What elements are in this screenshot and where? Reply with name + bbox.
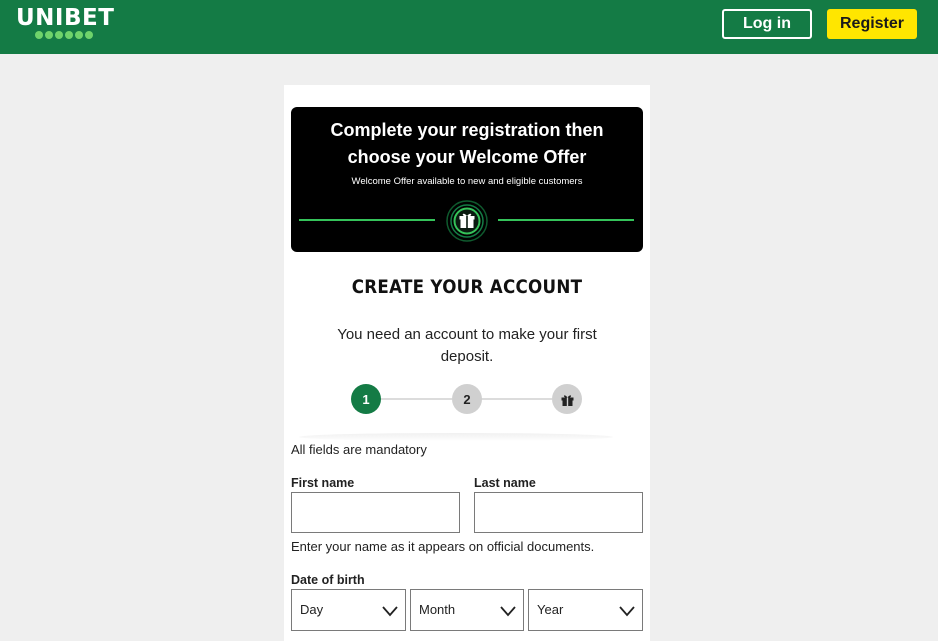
banner-divider-right — [498, 219, 634, 221]
last-name-label: Last name — [474, 476, 536, 490]
day-select-value: Day — [300, 602, 324, 617]
year-select-value: Year — [537, 602, 564, 617]
logo-text: UNIBET — [16, 5, 115, 31]
unibet-logo[interactable]: UNIBET — [16, 5, 116, 43]
step-2: 2 — [452, 384, 482, 414]
name-hint: Enter your name as it appears on officia… — [291, 539, 595, 554]
intro-text: You need an account to make your first d… — [337, 326, 597, 365]
chevron-down-icon — [500, 606, 516, 617]
gift-icon — [446, 200, 488, 242]
month-select-value: Month — [419, 602, 456, 617]
gift-icon — [561, 394, 573, 406]
section-shadow — [299, 433, 613, 441]
registration-panel: Complete your registration then choose y… — [284, 85, 650, 641]
welcome-offer-banner: Complete your registration then choose y… — [291, 107, 643, 252]
top-navigation-bar: UNIBET Log in Register — [0, 0, 938, 54]
banner-title: Complete your registration then choose y… — [291, 117, 643, 171]
year-select[interactable]: Year — [528, 589, 643, 631]
date-of-birth-label: Date of birth — [291, 573, 365, 587]
register-button[interactable]: Register — [827, 9, 917, 39]
chevron-down-icon — [619, 606, 635, 617]
step-connector — [480, 398, 552, 400]
last-name-input[interactable] — [474, 492, 643, 533]
step-3 — [552, 384, 582, 414]
page-title: CREATE YOUR ACCOUNT — [351, 276, 583, 298]
logo-dots — [35, 31, 93, 39]
first-name-label: First name — [291, 476, 355, 490]
step-connector — [380, 398, 452, 400]
banner-title-line2: choose your Welcome Offer — [347, 147, 587, 167]
step-1: 1 — [351, 384, 381, 414]
banner-title-line1: Complete your registration then — [330, 120, 604, 140]
month-select[interactable]: Month — [410, 589, 524, 631]
first-name-input[interactable] — [291, 492, 460, 533]
banner-divider-left — [299, 219, 435, 221]
login-button[interactable]: Log in — [722, 9, 812, 39]
registration-stepper: 1 2 — [284, 383, 650, 415]
day-select[interactable]: Day — [291, 589, 406, 631]
banner-subtitle: Welcome Offer available to new and eligi… — [351, 176, 583, 187]
mandatory-note: All fields are mandatory — [291, 442, 427, 457]
chevron-down-icon — [382, 606, 398, 617]
